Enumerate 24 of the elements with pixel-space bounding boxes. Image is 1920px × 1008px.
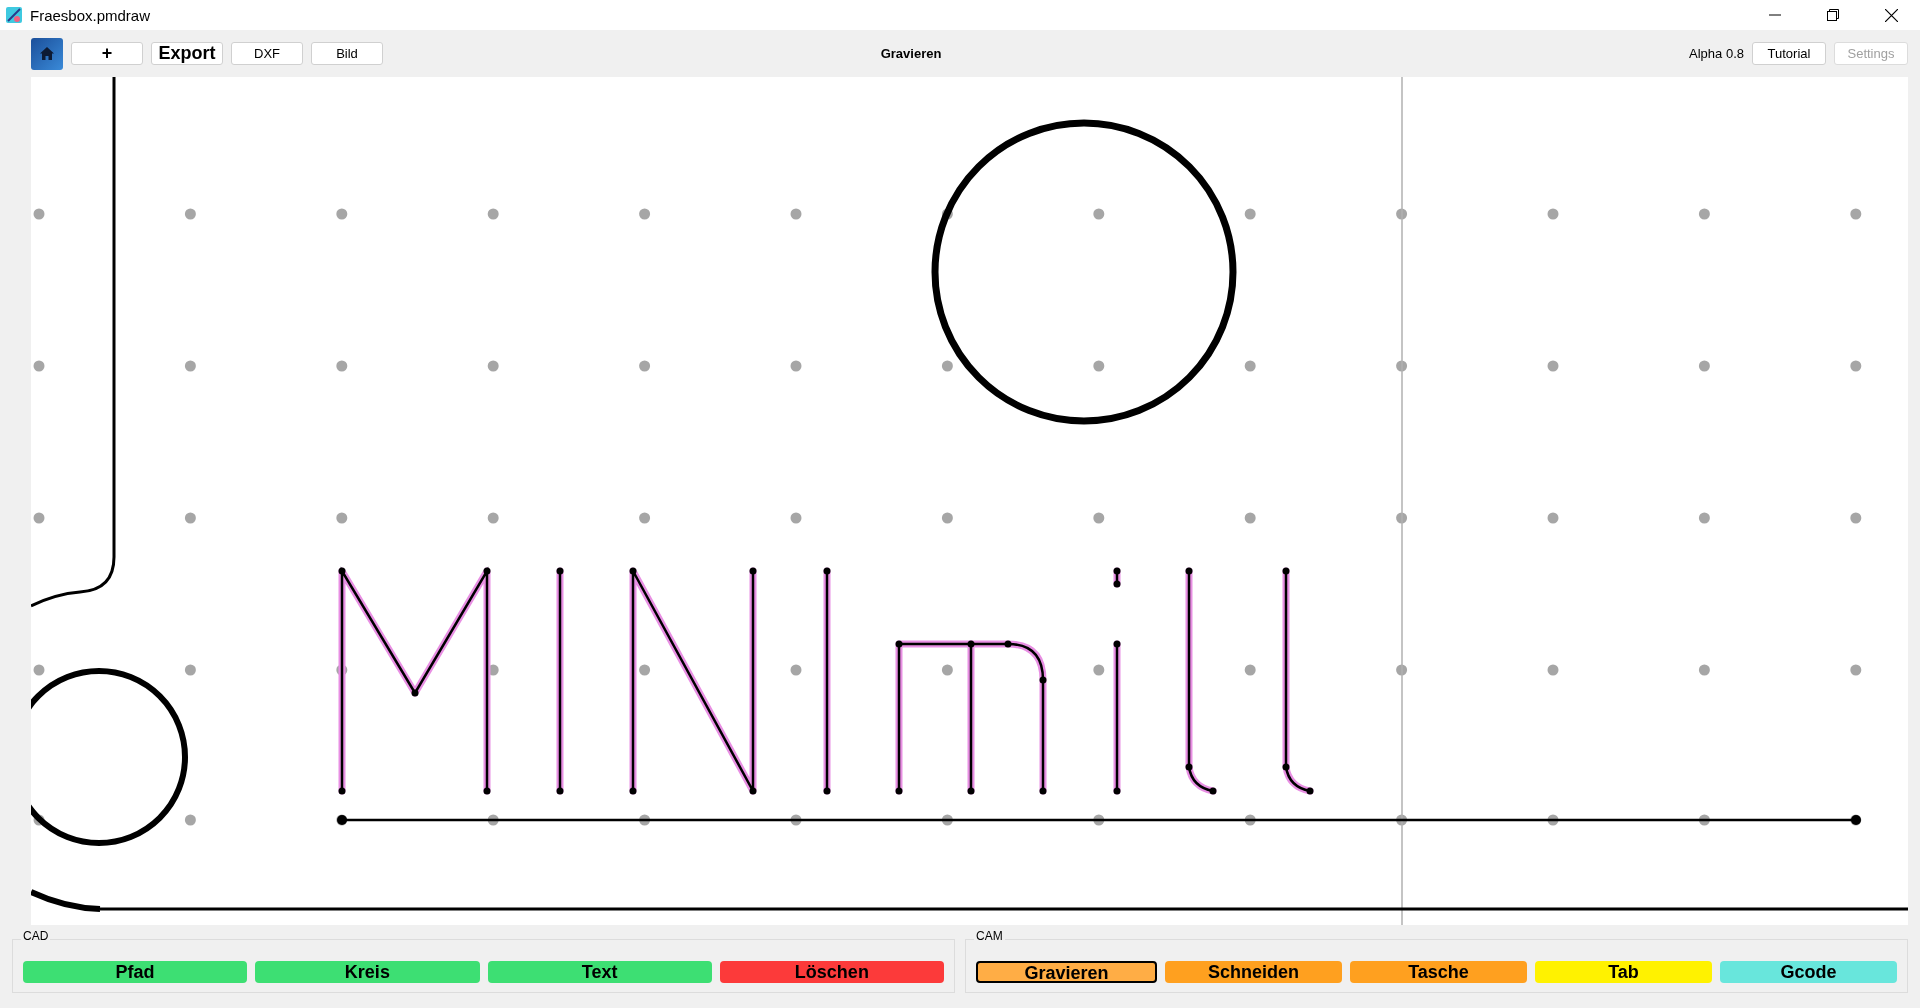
- group-title: CAD: [21, 929, 51, 943]
- toolbar-button[interactable]: Export: [151, 42, 223, 65]
- tool-button[interactable]: Text: [487, 961, 712, 983]
- toolbar-button[interactable]: Bild: [311, 42, 383, 65]
- tool-button[interactable]: Löschen: [719, 961, 944, 983]
- version-label: Alpha 0.8: [1689, 46, 1744, 61]
- home-icon: [40, 47, 54, 60]
- toolbar-button[interactable]: DXF: [231, 42, 303, 65]
- group-title: CAM: [974, 929, 1005, 943]
- home-button[interactable]: [31, 37, 63, 70]
- toolbar-button[interactable]: +: [71, 42, 143, 65]
- tool-button[interactable]: Schneiden: [1165, 961, 1342, 983]
- tool-button[interactable]: Tab: [1535, 961, 1712, 983]
- tool-button[interactable]: Tasche: [1350, 961, 1527, 983]
- close-icon[interactable]: [1884, 8, 1898, 22]
- app-logo-icon: [6, 7, 22, 23]
- toolbar-button[interactable]: Tutorial: [1752, 42, 1826, 65]
- window-title: Fraesbox.pmdraw: [30, 6, 151, 24]
- tool-button[interactable]: Gravieren: [976, 961, 1157, 983]
- tool-button[interactable]: Gcode: [1720, 961, 1897, 983]
- restore-icon[interactable]: [1827, 9, 1839, 21]
- tool-button[interactable]: Pfad: [23, 961, 248, 983]
- mode-label: Gravieren: [880, 46, 942, 61]
- tool-button[interactable]: Kreis: [255, 961, 480, 983]
